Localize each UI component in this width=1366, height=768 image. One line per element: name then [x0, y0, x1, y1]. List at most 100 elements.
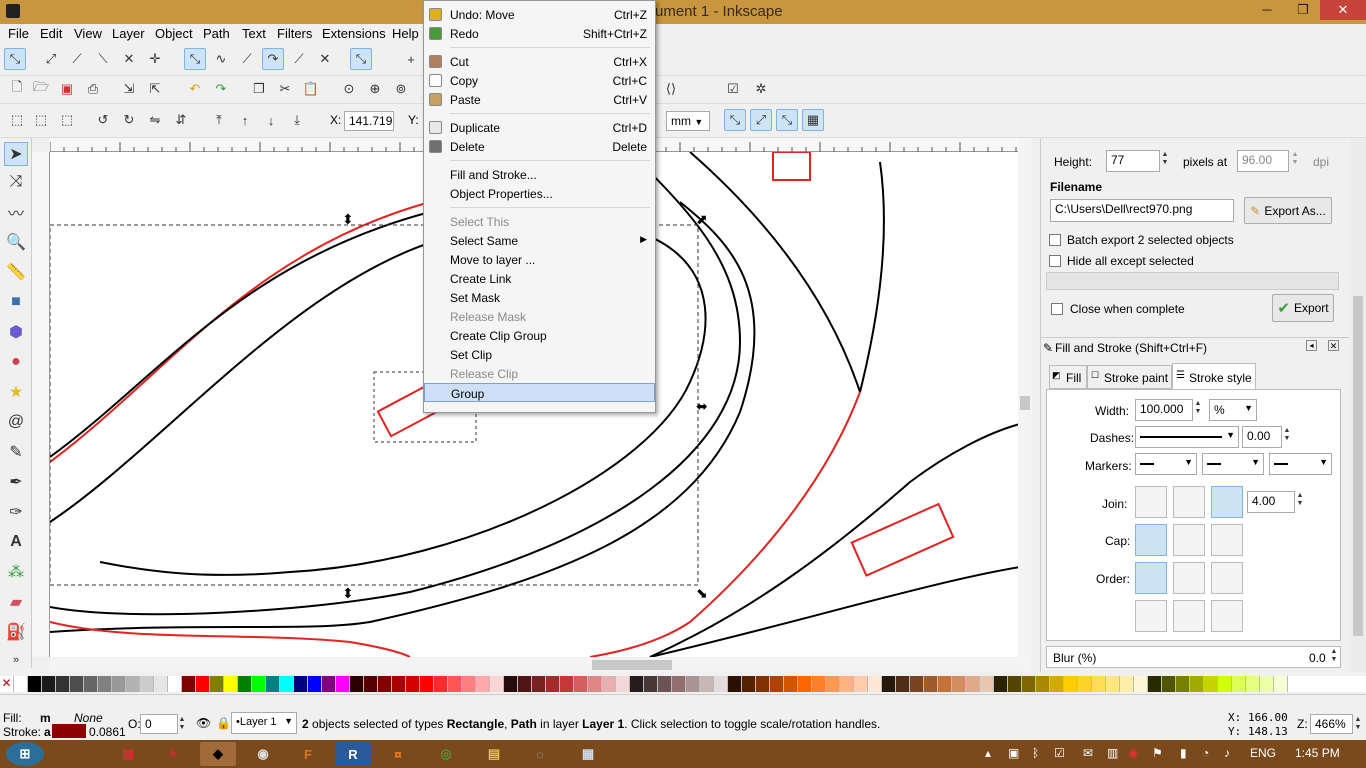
- minimize-button[interactable]: ─: [1250, 0, 1284, 20]
- snap-page-icon[interactable]: +: [400, 48, 422, 70]
- taskbar-app-icon[interactable]: ▣: [110, 742, 146, 766]
- lower-to-bottom-icon[interactable]: ⤓: [286, 109, 308, 131]
- cap-square-icon[interactable]: [1211, 524, 1243, 556]
- context-menu-item-create-clip-group[interactable]: Create Clip Group: [424, 326, 655, 345]
- batch-export-checkbox[interactable]: [1049, 234, 1061, 246]
- color-swatch[interactable]: [364, 676, 378, 692]
- color-swatch[interactable]: [896, 676, 910, 692]
- tab-fill[interactable]: ◩ Fill: [1049, 365, 1087, 389]
- layer-visibility-icon[interactable]: 👁: [196, 716, 211, 730]
- color-swatch[interactable]: [70, 676, 84, 692]
- color-swatch[interactable]: [462, 676, 476, 692]
- cap-round-icon[interactable]: [1173, 524, 1205, 556]
- clock[interactable]: 1:45 PM: [1295, 746, 1340, 760]
- move-gradients-icon[interactable]: ⤡: [776, 109, 798, 131]
- order-fill-markers-icon[interactable]: [1211, 562, 1243, 594]
- panel-collapse-icon[interactable]: ◂: [1306, 340, 1317, 351]
- color-swatch[interactable]: [56, 676, 70, 692]
- color-swatch[interactable]: [280, 676, 294, 692]
- preferences-icon[interactable]: ✲: [750, 78, 772, 100]
- document-properties-icon[interactable]: ☑: [722, 78, 744, 100]
- export-as-button[interactable]: ✎ Export As...: [1244, 197, 1332, 224]
- color-swatch[interactable]: [182, 676, 196, 692]
- color-swatch[interactable]: [1134, 676, 1148, 692]
- color-swatch[interactable]: [700, 676, 714, 692]
- ellipse-tool-icon[interactable]: ●: [4, 350, 28, 374]
- raise-icon[interactable]: ↑: [234, 109, 256, 131]
- rectangle-tool-icon[interactable]: ■: [4, 290, 28, 314]
- color-swatch[interactable]: [350, 676, 364, 692]
- color-swatch[interactable]: [630, 676, 644, 692]
- hide-all-checkbox[interactable]: [1049, 255, 1061, 267]
- filename-field[interactable]: C:\Users\Dell\rect970.png: [1050, 199, 1234, 222]
- context-menu-item-delete[interactable]: Delete Delete: [424, 137, 655, 156]
- dashes-select[interactable]: ▼: [1135, 426, 1239, 448]
- snap-edge-icon[interactable]: ⟋: [66, 48, 88, 70]
- tab-stroke-paint[interactable]: ☐ Stroke paint: [1087, 365, 1172, 389]
- snap-corner-icon[interactable]: ⟍: [92, 48, 114, 70]
- color-swatch[interactable]: [420, 676, 434, 692]
- color-swatch[interactable]: [266, 676, 280, 692]
- color-swatch[interactable]: [476, 676, 490, 692]
- volume-icon[interactable]: ♪: [1224, 746, 1230, 760]
- color-swatch[interactable]: [1092, 676, 1106, 692]
- color-swatch[interactable]: [910, 676, 924, 692]
- color-swatch[interactable]: [98, 676, 112, 692]
- color-swatch[interactable]: [168, 676, 182, 692]
- color-swatch[interactable]: [1218, 676, 1232, 692]
- dash-offset-spinner[interactable]: ▲ ▼: [1282, 427, 1292, 443]
- calligraphy-tool-icon[interactable]: ✑: [4, 500, 28, 524]
- context-menu-item-group[interactable]: Group: [424, 383, 655, 402]
- panel-close-icon[interactable]: ✕: [1328, 340, 1339, 351]
- no-paint-swatch-icon[interactable]: ✕: [0, 676, 14, 692]
- width-unit-select[interactable]: % ▼: [1209, 399, 1257, 421]
- cut-icon[interactable]: ✂: [274, 78, 296, 100]
- context-menu-item-select-same[interactable]: Select Same ▶: [424, 231, 655, 250]
- snap-bbox-icon[interactable]: ⤢: [40, 48, 62, 70]
- opacity-spinner[interactable]: ▲ ▼: [177, 716, 187, 732]
- snap-object-mid-icon[interactable]: ✕: [314, 48, 336, 70]
- zoom-page-icon[interactable]: ⊚: [390, 78, 412, 100]
- dash-offset-field[interactable]: 0.00: [1242, 426, 1282, 448]
- zoom-tool-icon[interactable]: 🔍: [4, 230, 28, 254]
- stroke-width-value[interactable]: 0.0861: [89, 725, 126, 739]
- color-swatch[interactable]: [434, 676, 448, 692]
- taskbar-app-icon[interactable]: ✦: [155, 742, 191, 766]
- select-all-icon[interactable]: ⬚: [6, 109, 28, 131]
- zoom-selection-icon[interactable]: ⊙: [338, 78, 360, 100]
- color-swatch[interactable]: [1120, 676, 1134, 692]
- export-icon[interactable]: ⇱: [144, 78, 166, 100]
- color-swatch[interactable]: [518, 676, 532, 692]
- color-swatch[interactable]: [1246, 676, 1260, 692]
- color-swatch[interactable]: [728, 676, 742, 692]
- menu-object[interactable]: Object: [155, 26, 193, 41]
- new-document-icon[interactable]: 🗋: [6, 78, 28, 100]
- taskbar-chrome-icon[interactable]: ◎: [428, 742, 464, 766]
- menu-layer[interactable]: Layer: [112, 26, 145, 41]
- import-icon[interactable]: ⇲: [118, 78, 140, 100]
- layer-select[interactable]: •Layer 1 ▼: [231, 712, 297, 734]
- color-swatch[interactable]: [140, 676, 154, 692]
- restore-button[interactable]: ❐: [1286, 0, 1320, 20]
- horizontal-scrollbar[interactable]: [50, 658, 1030, 672]
- text-tool-icon[interactable]: A: [4, 530, 28, 554]
- unit-select[interactable]: mm ▼: [666, 111, 710, 131]
- spiral-tool-icon[interactable]: @: [4, 410, 28, 434]
- color-swatch[interactable]: [112, 676, 126, 692]
- color-swatch[interactable]: [84, 676, 98, 692]
- menu-path[interactable]: Path: [203, 26, 230, 41]
- eraser-tool-icon[interactable]: ▰: [4, 590, 28, 614]
- pencil-tool-icon[interactable]: ✎: [4, 440, 28, 464]
- flag-icon[interactable]: ⚑: [1152, 746, 1163, 760]
- color-swatch[interactable]: [126, 676, 140, 692]
- color-swatch[interactable]: [1232, 676, 1246, 692]
- color-swatch[interactable]: [658, 676, 672, 692]
- context-menu-item-set-mask[interactable]: Set Mask: [424, 288, 655, 307]
- tray-app-icon[interactable]: ▣: [1008, 746, 1019, 760]
- snap-rotation-center-icon[interactable]: ⤡: [350, 48, 372, 70]
- snap-toggle-icon[interactable]: ⤡: [4, 48, 26, 70]
- taskbar-inkscape-icon[interactable]: ◆: [200, 742, 236, 766]
- context-menu-item-redo[interactable]: Redo Shift+Ctrl+Z: [424, 24, 655, 43]
- color-swatch[interactable]: [14, 676, 28, 692]
- vertical-scroll-thumb[interactable]: [1020, 396, 1030, 410]
